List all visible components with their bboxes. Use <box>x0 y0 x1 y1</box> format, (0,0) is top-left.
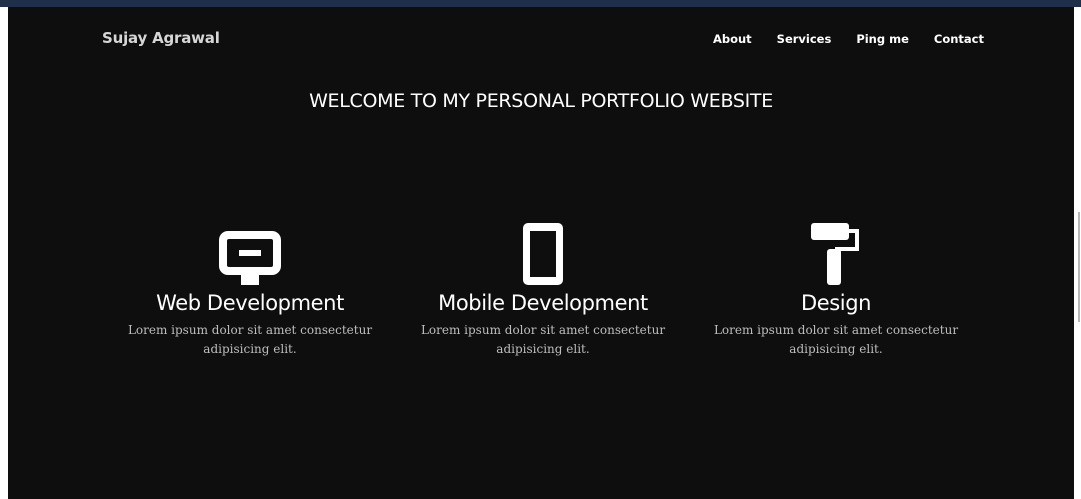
nav-link-about[interactable]: About <box>713 32 752 46</box>
service-description: Lorem ipsum dolor sit amet consectetur a… <box>420 323 666 356</box>
service-card-design: Design Lorem ipsum dolor sit amet consec… <box>711 219 961 359</box>
mobile-icon <box>418 219 668 287</box>
service-description: Lorem ipsum dolor sit amet consectetur a… <box>127 323 373 356</box>
service-title: Design <box>800 291 872 315</box>
service-description: Lorem ipsum dolor sit amet consectetur a… <box>713 323 959 356</box>
nav-link-ping-me[interactable]: Ping me <box>856 32 909 46</box>
portfolio-page: Sujay Agrawal About Services Ping me Con… <box>8 7 1074 499</box>
hero-title: WELCOME TO MY PERSONAL PORTFOLIO WEBSITE <box>309 90 773 112</box>
desktop-icon <box>125 219 375 287</box>
nav-link-services[interactable]: Services <box>777 32 832 46</box>
window-top-strip <box>0 0 1081 7</box>
site-brand[interactable]: Sujay Agrawal <box>102 29 220 47</box>
nav-link-contact[interactable]: Contact <box>934 32 984 46</box>
paint-roller-icon <box>711 219 961 287</box>
service-title: Mobile Development <box>438 291 648 315</box>
service-card-web-development: Web Development Lorem ipsum dolor sit am… <box>125 219 375 359</box>
service-card-mobile-development: Mobile Development Lorem ipsum dolor sit… <box>418 219 668 359</box>
scrollbar[interactable] <box>1078 212 1080 322</box>
main-nav: About Services Ping me Contact <box>713 32 984 46</box>
service-title: Web Development <box>156 291 344 315</box>
